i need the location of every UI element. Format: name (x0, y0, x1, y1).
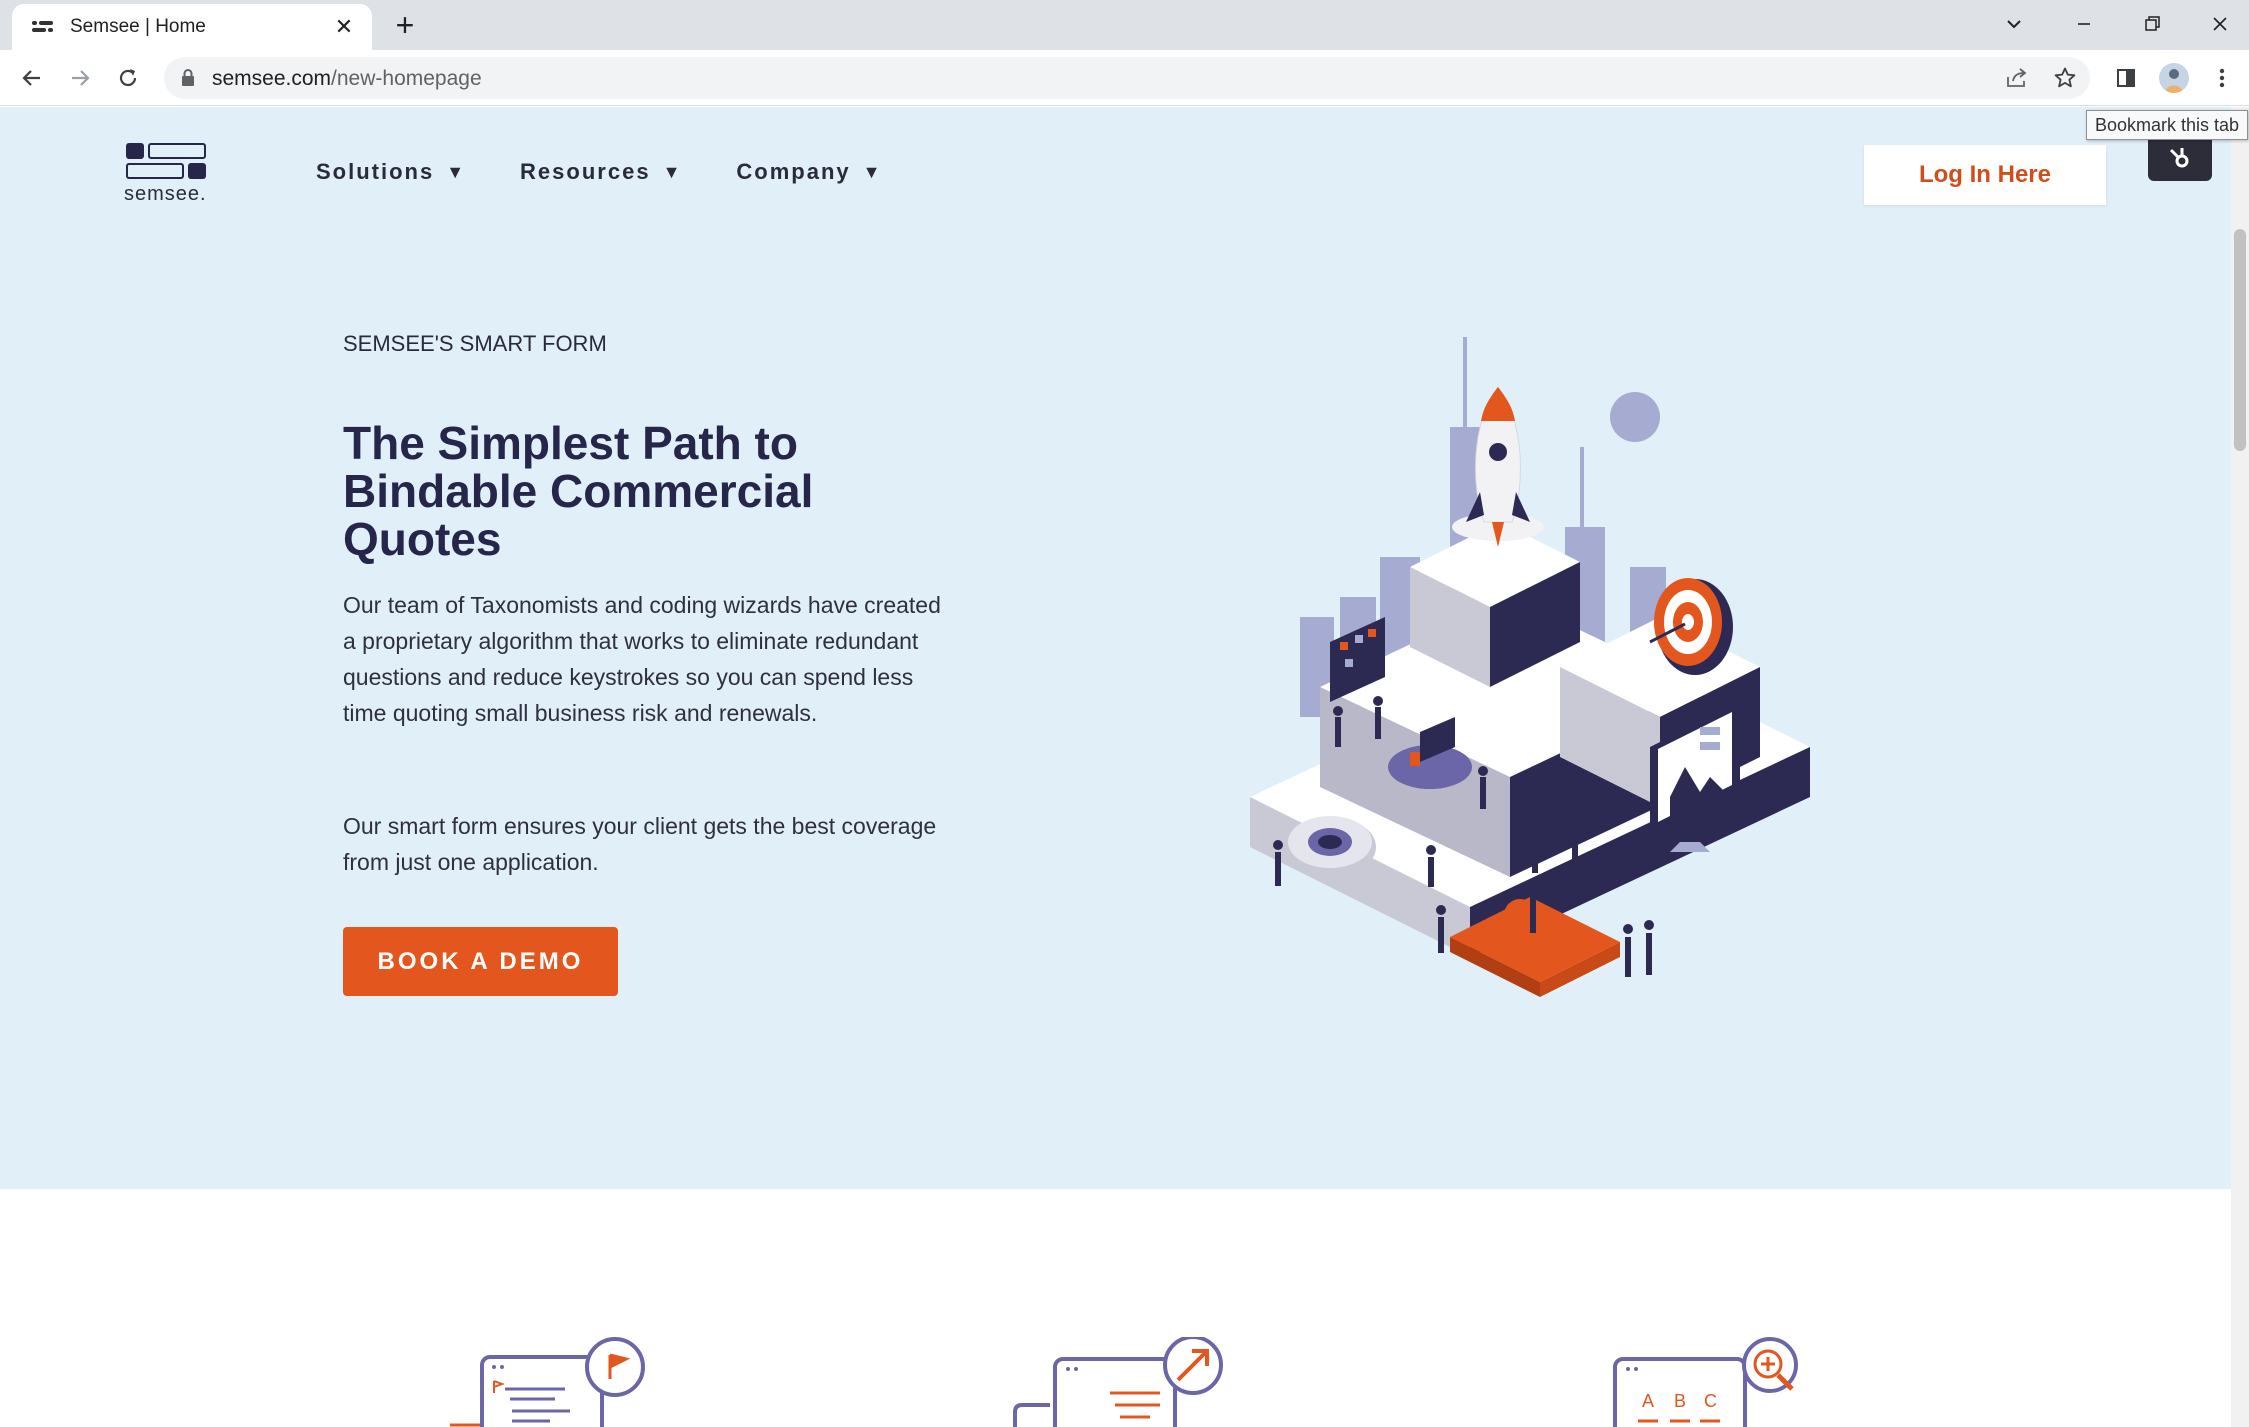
hero-section: semsee. Solutions ▼ Resources ▼ Company … (0, 107, 2231, 1189)
report-flag-icon (450, 1337, 645, 1427)
restore-button[interactable] (2122, 4, 2182, 44)
profile-avatar[interactable] (2154, 58, 2194, 98)
page-scrollbar[interactable] (2231, 107, 2249, 1427)
page-viewport: semsee. Solutions ▼ Resources ▼ Company … (0, 107, 2231, 1427)
headline-line: The Simplest Path to (343, 417, 798, 469)
nav-company[interactable]: Company ▼ (736, 159, 882, 185)
hubspot-widget-icon[interactable] (2148, 137, 2212, 181)
main-nav: Solutions ▼ Resources ▼ Company ▼ (316, 159, 936, 185)
share-icon[interactable] (2000, 62, 2034, 94)
nav-resources-label: Resources (520, 159, 651, 184)
nav-solutions[interactable]: Solutions ▼ (316, 159, 466, 185)
abc-letter-c: C (1704, 1391, 1717, 1411)
growth-arrow-icon (1013, 1337, 1223, 1427)
browser-tab[interactable]: Semsee | Home ✕ (12, 4, 372, 50)
caret-down-icon: ▼ (662, 161, 683, 182)
headline-line: Quotes (343, 513, 502, 565)
side-panel-icon[interactable] (2106, 58, 2146, 98)
lock-icon (180, 68, 196, 93)
caret-down-icon: ▼ (862, 161, 883, 182)
new-tab-button[interactable]: + (388, 9, 422, 43)
hero-eyebrow: SEMSEE'S SMART FORM (343, 331, 607, 356)
url-text: semsee.com/new-homepage (212, 67, 482, 91)
nav-company-label: Company (736, 159, 851, 184)
abc-letter-b: B (1674, 1391, 1686, 1411)
tab-close-icon[interactable]: ✕ (330, 13, 358, 41)
minimize-button[interactable] (2054, 4, 2114, 44)
forward-button[interactable] (60, 58, 100, 98)
bookmark-tooltip: Bookmark this tab (2086, 110, 2249, 140)
scrollbar-thumb[interactable] (2234, 229, 2246, 451)
hero-paragraph-1: Our team of Taxonomists and coding wizar… (343, 592, 941, 726)
nav-resources[interactable]: Resources ▼ (520, 159, 682, 185)
semsee-logo[interactable]: semsee. (124, 141, 214, 211)
features-section: A B C (0, 1189, 2231, 1427)
tab-search-icon[interactable] (1984, 4, 2044, 44)
logo-text: semsee. (124, 183, 207, 205)
book-demo-button[interactable]: BOOK A DEMO (343, 927, 618, 996)
abc-letter-a: A (1642, 1391, 1654, 1411)
browser-toolbar: semsee.com/new-homepage (0, 50, 2249, 106)
semsee-favicon-icon (32, 19, 54, 35)
bookmark-star-icon[interactable] (2048, 62, 2082, 94)
menu-kebab-icon[interactable] (2202, 58, 2242, 98)
headline-line: Bindable Commercial (343, 465, 814, 517)
url-domain: semsee.com (212, 67, 332, 90)
hero-paragraph-2: Our smart form ensures your client gets … (343, 813, 937, 875)
reload-button[interactable] (108, 58, 148, 98)
abc-search-icon: A B C (1613, 1337, 1798, 1427)
hero-headline: The Simplest Path to Bindable Commercial… (343, 419, 943, 563)
tab-strip: Semsee | Home ✕ + (0, 0, 2249, 50)
url-path: /new-homepage (331, 67, 482, 90)
isometric-illustration (1250, 337, 1810, 997)
login-button[interactable]: Log In Here (1864, 145, 2106, 205)
caret-down-icon: ▼ (446, 161, 467, 182)
logo-mark-icon (124, 141, 208, 181)
tab-title: Semsee | Home (70, 16, 206, 37)
nav-solutions-label: Solutions (316, 159, 435, 184)
back-button[interactable] (12, 58, 52, 98)
close-window-button[interactable] (2190, 4, 2249, 44)
address-bar[interactable]: semsee.com/new-homepage (164, 57, 2090, 99)
